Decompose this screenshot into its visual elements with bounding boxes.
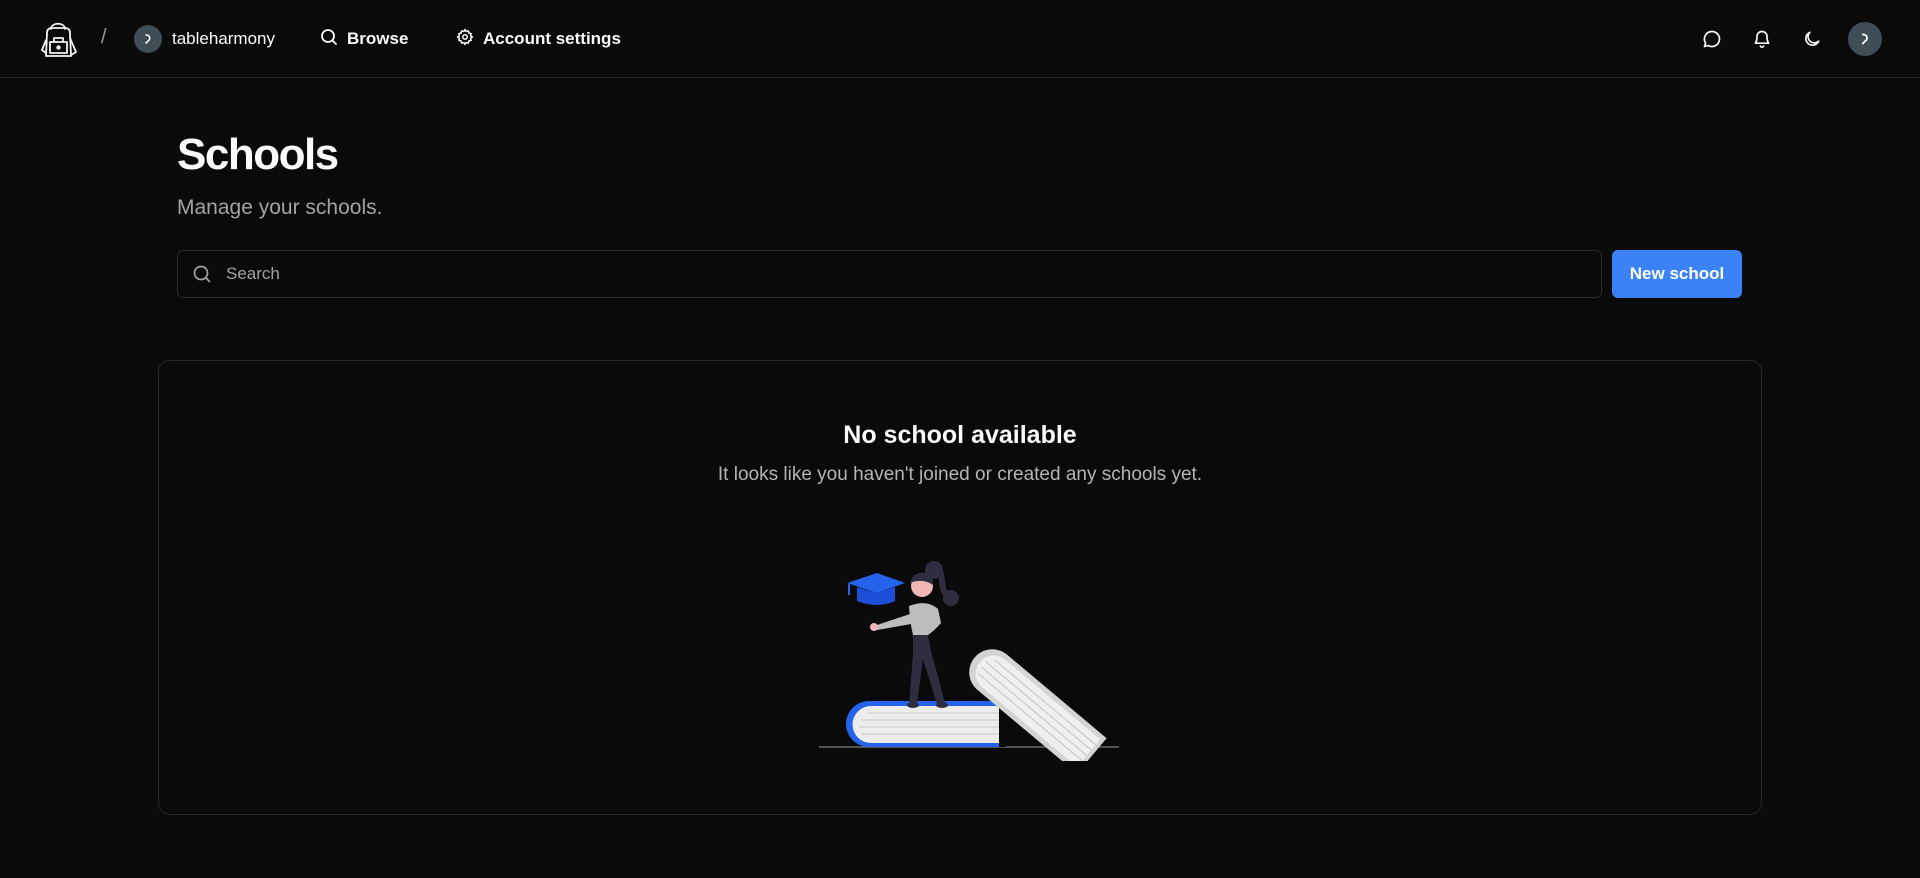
nav-browse-link[interactable]: Browse — [320, 24, 408, 54]
search-icon — [192, 264, 212, 284]
search-field[interactable] — [177, 250, 1602, 298]
new-school-button[interactable]: New school — [1612, 250, 1742, 298]
gear-icon — [456, 28, 474, 51]
search-icon — [320, 28, 338, 51]
chat-icon[interactable] — [1697, 24, 1727, 54]
empty-state-illustration — [819, 561, 1119, 761]
nav-browse-label: Browse — [347, 29, 409, 48]
empty-state-title: No school available — [843, 421, 1077, 449]
breadcrumb-separator: / — [101, 26, 107, 48]
breadcrumb-username: tableharmony — [172, 29, 276, 48]
bell-icon[interactable] — [1747, 24, 1777, 54]
page-subtitle: Manage your schools. — [177, 196, 383, 219]
nav-account-settings-link[interactable]: Account settings — [456, 24, 621, 54]
page-title: Schools — [177, 130, 339, 179]
backpack-logo-icon[interactable] — [36, 16, 82, 62]
top-navigation-bar: / tableharmony Browse Account settings — [0, 0, 1920, 78]
moon-icon[interactable] — [1797, 24, 1827, 54]
breadcrumb-user[interactable]: tableharmony — [134, 24, 275, 54]
empty-state-card: No school available It looks like you ha… — [158, 360, 1762, 815]
avatar — [134, 25, 162, 53]
user-avatar-button[interactable] — [1848, 22, 1882, 56]
nav-account-settings-label: Account settings — [483, 29, 621, 48]
search-input[interactable] — [226, 251, 1586, 297]
empty-state-description: It looks like you haven't joined or crea… — [717, 464, 1203, 485]
